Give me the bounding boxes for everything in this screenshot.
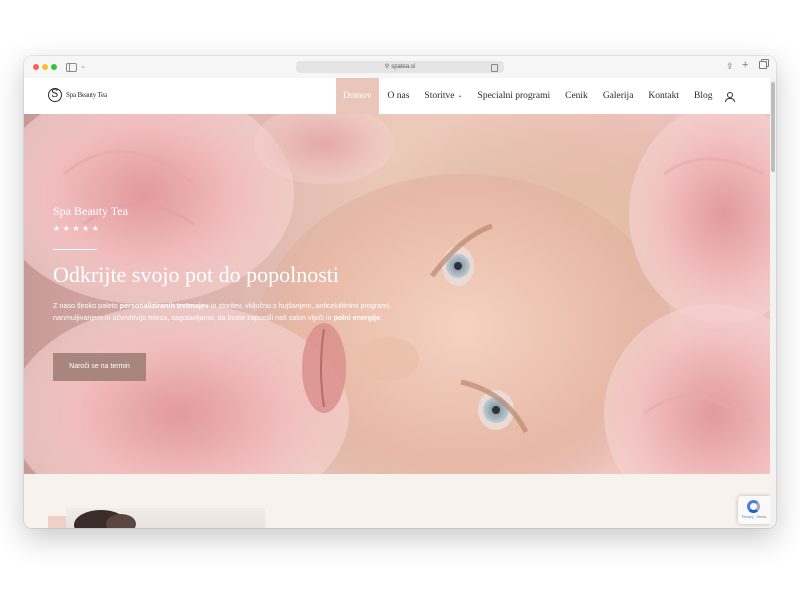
browser-window: ⌄ ⚲spatea.si ⇪ + Spa Beauty Tea Domov O … xyxy=(24,56,776,528)
nav-item-cenik[interactable]: Cenik xyxy=(558,78,596,114)
site-header: Spa Beauty Tea Domov O nas Storitve⌄ Spe… xyxy=(24,78,770,114)
decorative-block xyxy=(48,516,68,528)
content-section xyxy=(24,474,770,528)
nav-item-storitve-label: Storitve xyxy=(424,91,455,101)
nav-item-kontakt[interactable]: Kontakt xyxy=(641,78,687,114)
chevron-down-icon: ⌄ xyxy=(457,93,463,99)
main-nav: Domov O nas Storitve ⌄ Specialni programi… xyxy=(335,78,740,114)
hero-desc-part-3: . xyxy=(380,312,383,322)
maximize-window-button[interactable] xyxy=(51,64,57,70)
scrollbar-thumb[interactable] xyxy=(771,82,775,172)
url-text: spatea.si xyxy=(391,64,416,70)
book-appointment-button[interactable]: Naroči se na termin xyxy=(53,353,146,381)
address-bar[interactable]: ⚲ spatea.si xyxy=(296,61,504,73)
recaptcha-links: Privacy - Terms xyxy=(741,515,767,519)
nav-item-storitve[interactable]: Storitve ⌄ xyxy=(417,78,470,114)
section-photo xyxy=(66,508,265,528)
site-logo[interactable]: Spa Beauty Tea xyxy=(48,87,107,102)
share-icon[interactable]: ⇪ xyxy=(726,60,734,72)
hero-desc-bold-1: personaliziranih tretmajev xyxy=(119,301,209,310)
reader-icon[interactable] xyxy=(491,64,498,72)
hero-image xyxy=(24,114,770,474)
nav-item-specialni-programi[interactable]: Specialni programi xyxy=(470,78,558,114)
star-rating: ★★★★★ xyxy=(53,224,102,233)
logo-icon xyxy=(48,87,62,102)
close-window-button[interactable] xyxy=(33,64,39,70)
recaptcha-badge[interactable]: Privacy - Terms xyxy=(738,496,770,524)
sidebar-icon[interactable] xyxy=(66,63,77,72)
spatea-favicon-icon: ⚲ xyxy=(384,64,390,70)
scrollbar[interactable] xyxy=(770,78,776,528)
photo-hair-shadow xyxy=(106,514,136,528)
logo-text: Spa Beauty Tea xyxy=(66,91,107,99)
hero-desc-bold-2: polni energije xyxy=(333,312,381,322)
hero-brand: Spa Beauty Tea xyxy=(53,204,128,218)
minimize-window-button[interactable] xyxy=(42,64,48,70)
hero-desc-part-1: Z naso široko paleto xyxy=(53,301,120,310)
plus-icon[interactable]: + xyxy=(742,59,748,71)
browser-toolbar: ⌄ ⚲ spatea.si ⇪ + xyxy=(24,56,776,79)
recaptcha-icon xyxy=(747,500,760,513)
user-icon[interactable] xyxy=(720,78,740,114)
nav-item-domov[interactable]: Domov xyxy=(335,78,380,114)
tabs-icon[interactable] xyxy=(759,60,767,72)
divider xyxy=(53,249,97,250)
nav-item-blog[interactable]: Blog xyxy=(687,78,720,114)
hero-section: Spa Beauty Tea ★★★★★ Odkrijte svojo pot … xyxy=(24,114,770,474)
hero-title: Odkrijte svojo pot do popolnosti xyxy=(53,262,339,287)
hero-description: Z naso široko paleto personaliziranih tr… xyxy=(53,300,393,323)
nav-item-o-nas[interactable]: O nas xyxy=(380,78,417,114)
chevron-down-icon[interactable]: ⌄ xyxy=(80,62,86,70)
nav-item-galerija[interactable]: Galerija xyxy=(595,78,641,114)
